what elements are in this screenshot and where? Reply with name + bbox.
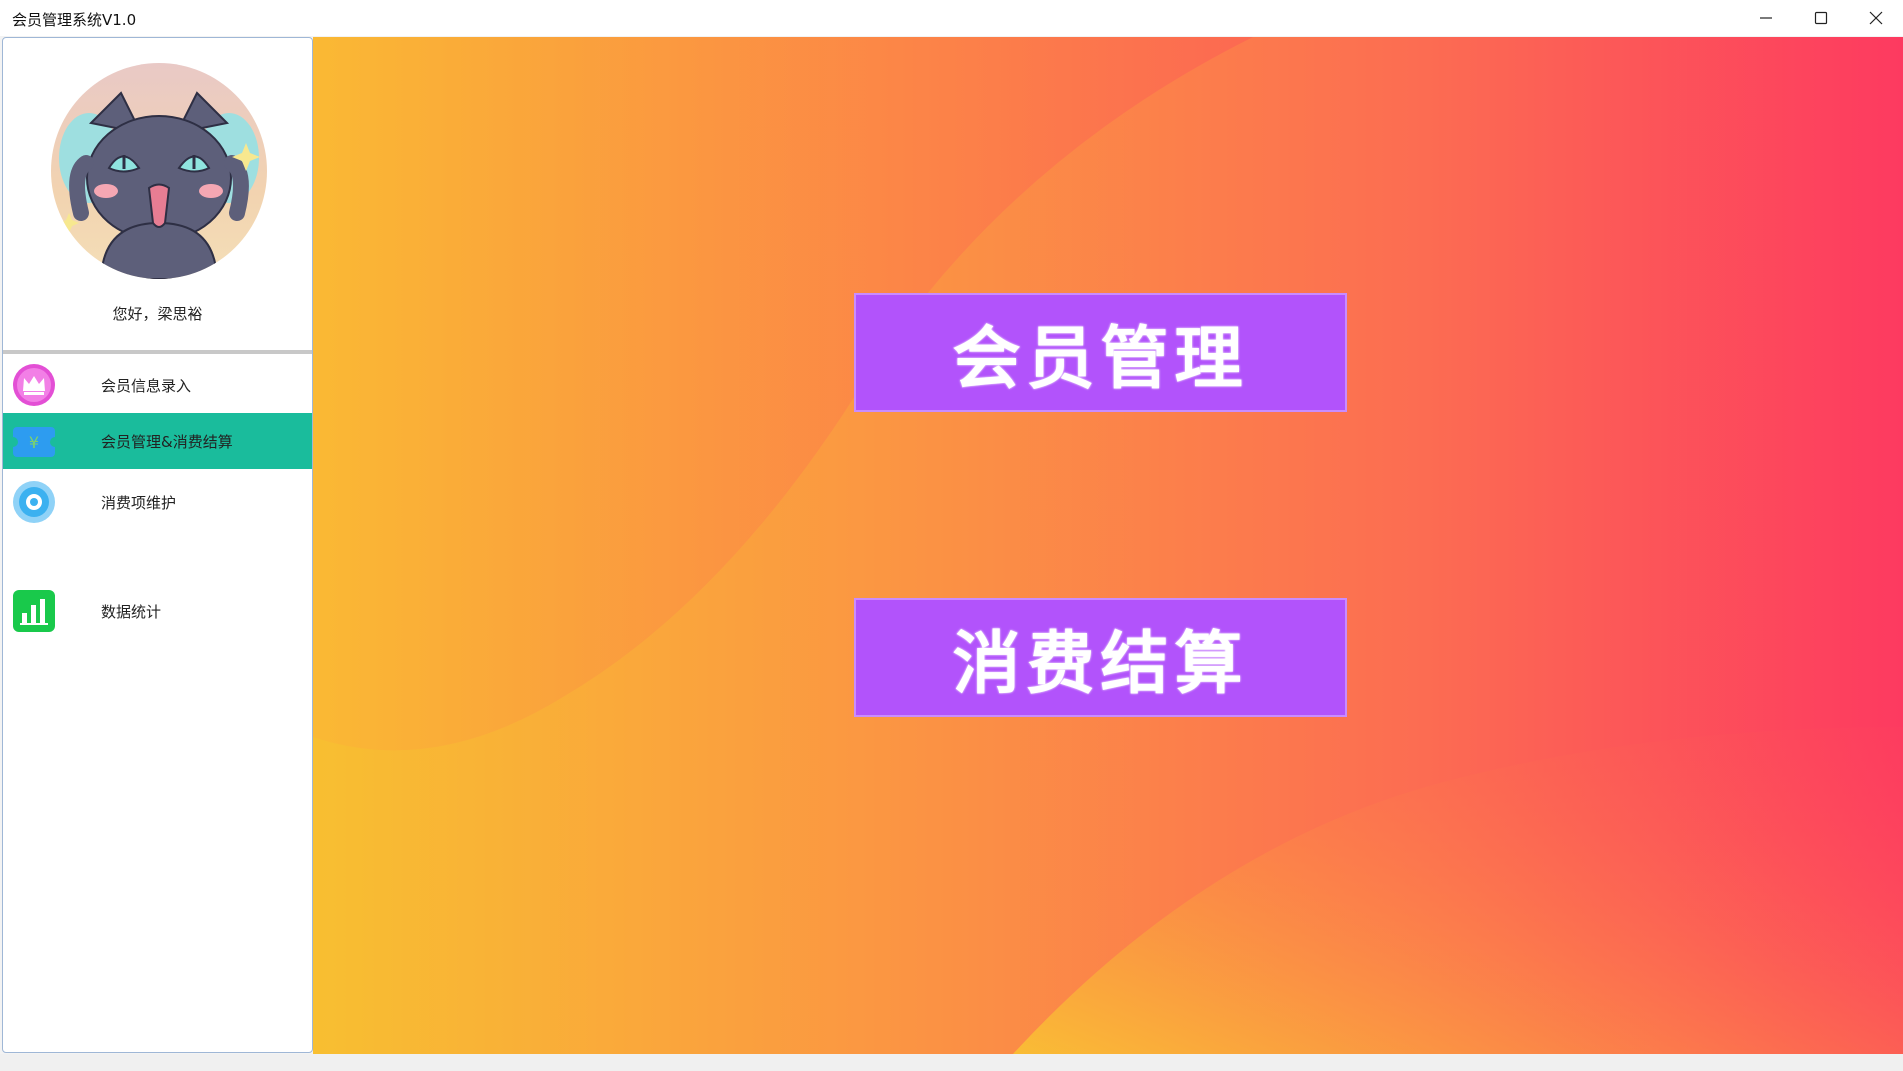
avatar bbox=[51, 63, 267, 279]
cat-avatar-image bbox=[59, 91, 260, 279]
greeting-text: 您好，梁思裕 bbox=[112, 305, 203, 323]
app-window: 会员管理系统V1.0 您好，梁思裕 会员信息录入 ¥ 会员管理&消费结算 消费项… bbox=[0, 0, 1903, 1071]
sidebar-item-label: 消费项维护 bbox=[101, 493, 177, 512]
svg-text:¥: ¥ bbox=[29, 433, 39, 452]
sidebar-item-member-info-entry[interactable]: 会员信息录入 bbox=[3, 357, 312, 413]
status-bar bbox=[0, 1054, 1903, 1071]
sidebar-item-consumption-maintenance[interactable]: 消费项维护 bbox=[3, 474, 312, 530]
consumption-settlement-button-label: 消费结算 bbox=[952, 625, 1249, 704]
sidebar-item-label: 会员信息录入 bbox=[101, 376, 192, 395]
consumption-settlement-button[interactable]: 消费结算 bbox=[854, 598, 1347, 717]
sidebar-item-label: 会员管理&消费结算 bbox=[101, 432, 233, 451]
member-management-button-label: 会员管理 bbox=[952, 320, 1249, 399]
maximize-icon bbox=[1814, 11, 1827, 25]
sidebar-item-label: 数据统计 bbox=[101, 602, 162, 621]
member-management-button[interactable]: 会员管理 bbox=[854, 293, 1347, 412]
sidebar: 您好，梁思裕 会员信息录入 ¥ 会员管理&消费结算 消费项维护 数据统计 bbox=[2, 37, 313, 1053]
gear-icon bbox=[13, 481, 55, 523]
maximize-button[interactable] bbox=[1793, 0, 1848, 36]
bar-chart-icon bbox=[13, 590, 55, 632]
window-controls bbox=[1738, 0, 1903, 36]
minimize-icon bbox=[1759, 17, 1772, 19]
crown-icon bbox=[13, 364, 55, 406]
profile-panel: 您好，梁思裕 bbox=[3, 38, 312, 354]
background-waves bbox=[313, 37, 1903, 1054]
sidebar-item-data-statistics[interactable]: 数据统计 bbox=[3, 583, 312, 639]
title-bar: 会员管理系统V1.0 bbox=[0, 0, 1903, 36]
close-icon bbox=[1869, 11, 1882, 25]
sidebar-item-member-management[interactable]: ¥ 会员管理&消费结算 bbox=[3, 413, 312, 469]
close-button[interactable] bbox=[1848, 0, 1903, 36]
main-panel: 会员管理 消费结算 bbox=[313, 37, 1903, 1054]
window-title: 会员管理系统V1.0 bbox=[12, 11, 137, 29]
ticket-icon: ¥ bbox=[12, 427, 56, 457]
minimize-button[interactable] bbox=[1738, 0, 1793, 36]
